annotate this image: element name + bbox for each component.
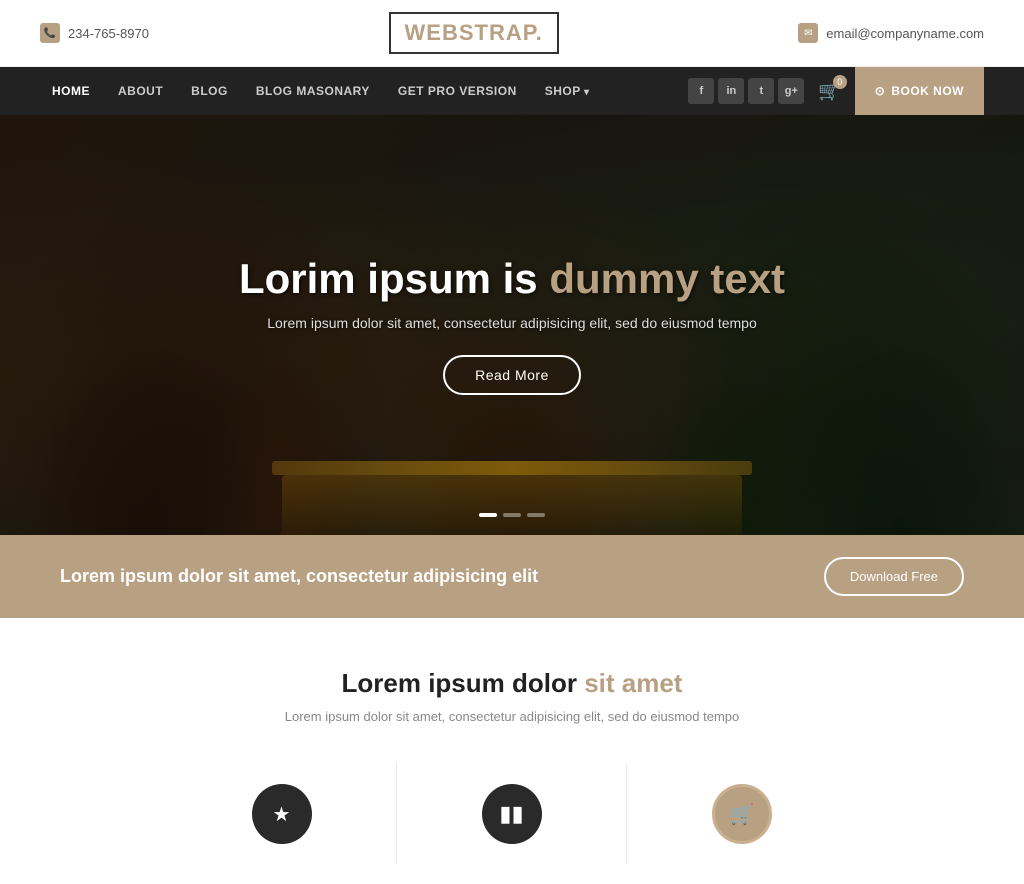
features-title-highlight: sit amet (584, 668, 682, 698)
nav-blog-masonary[interactable]: BLOG MASONARY (244, 70, 382, 112)
hero-subtitle: Lorem ipsum dolor sit amet, consectetur … (162, 315, 862, 331)
navbar: HOME ABOUT BLOG BLOG MASONARY GET PRO VE… (0, 67, 1024, 115)
hero-dots (479, 513, 545, 517)
feature-item-3: 🛒 (627, 764, 857, 864)
features-grid: ★ ▮▮ 🛒 (40, 764, 984, 864)
email-icon: ✉ (798, 23, 818, 43)
feature-item-2: ▮▮ (397, 764, 627, 864)
hero-content: Lorim ipsum is dummy text Lorem ipsum do… (162, 255, 862, 395)
top-bar: 📞 234-765-8970 WEBSTRAP. ✉ email@company… (0, 0, 1024, 67)
nav-about[interactable]: ABOUT (106, 70, 175, 112)
features-subtitle: Lorem ipsum dolor sit amet, consectetur … (40, 709, 984, 724)
email-address: email@companyname.com (826, 26, 984, 41)
features-title-normal: Lorem ipsum dolor (342, 668, 585, 698)
email-section: ✉ email@companyname.com (798, 23, 984, 43)
phone-icon: 📞 (40, 23, 60, 43)
logo-part2: STRAP. (459, 20, 543, 45)
feature-icon-2: ▮▮ (482, 784, 542, 844)
nav-links: HOME ABOUT BLOG BLOG MASONARY GET PRO VE… (40, 70, 678, 112)
hero-dot-1[interactable] (479, 513, 497, 517)
nav-home[interactable]: HOME (40, 70, 102, 112)
download-banner: Lorem ipsum dolor sit amet, consectetur … (0, 535, 1024, 618)
features-title: Lorem ipsum dolor sit amet (40, 668, 984, 699)
hero-table-body (282, 475, 742, 535)
compass-icon: ⊙ (875, 84, 886, 98)
hero-title-normal: Lorim ipsum is (239, 255, 549, 302)
nav-shop[interactable]: SHOP (533, 70, 602, 112)
logo[interactable]: WEBSTRAP. (389, 12, 559, 54)
facebook-icon[interactable]: f (688, 78, 714, 104)
hero-title-highlight: dummy text (549, 255, 785, 302)
phone-number: 234-765-8970 (68, 26, 149, 41)
logo-text: WEBSTRAP. (405, 20, 543, 46)
book-now-label: Book Now (891, 84, 964, 98)
cart-badge: 0 (833, 75, 847, 89)
hero-dot-3[interactable] (527, 513, 545, 517)
read-more-button[interactable]: Read More (443, 355, 581, 395)
download-banner-text: Lorem ipsum dolor sit amet, consectetur … (60, 566, 538, 587)
nav-blog[interactable]: BLOG (179, 70, 240, 112)
hero-dot-2[interactable] (503, 513, 521, 517)
twitter-icon[interactable]: t (748, 78, 774, 104)
download-free-button[interactable]: Download Free (824, 557, 964, 596)
hero-section: Lorim ipsum is dummy text Lorem ipsum do… (0, 115, 1024, 535)
hero-table-top (272, 461, 752, 475)
social-icons: f in t g+ (688, 78, 804, 104)
phone-section: 📞 234-765-8970 (40, 23, 149, 43)
features-section: Lorem ipsum dolor sit amet Lorem ipsum d… (0, 618, 1024, 884)
book-now-button[interactable]: ⊙ Book Now (855, 67, 984, 115)
nav-get-pro[interactable]: GET PRO VERSION (386, 70, 529, 112)
feature-icon-1: ★ (252, 784, 312, 844)
feature-item-1: ★ (167, 764, 397, 864)
googleplus-icon[interactable]: g+ (778, 78, 804, 104)
hero-title: Lorim ipsum is dummy text (162, 255, 862, 303)
linkedin-icon[interactable]: in (718, 78, 744, 104)
cart-icon[interactable]: 🛒 0 (818, 81, 840, 102)
feature-icon-3: 🛒 (712, 784, 772, 844)
logo-part1: WEB (405, 20, 459, 45)
